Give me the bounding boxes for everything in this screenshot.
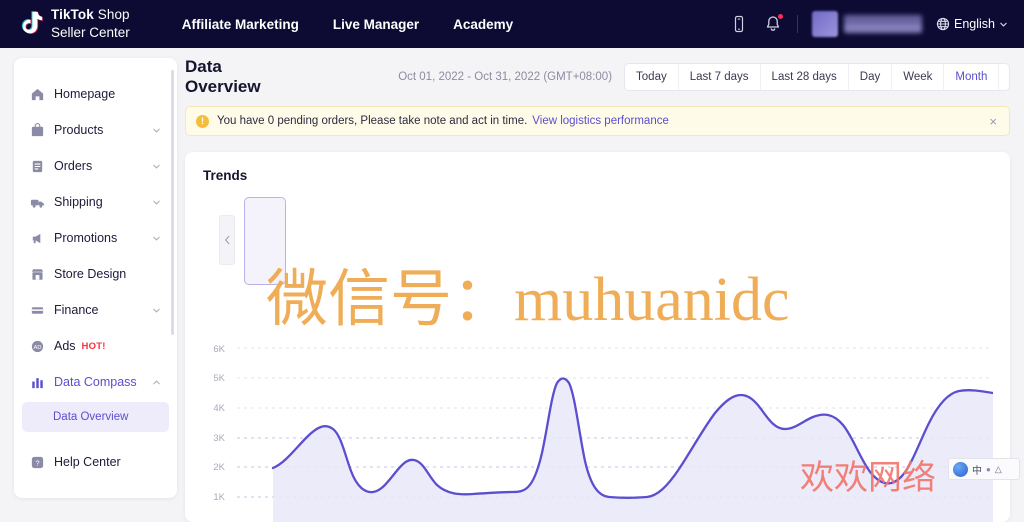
metric-card-strip [203,197,992,285]
top-header: TikTok Shop Seller Center Affiliate Mark… [0,0,1024,48]
sidebar-item-orders[interactable]: Orders [22,148,169,184]
clipboard-icon [30,159,45,174]
brand-text: TikTok Shop Seller Center [51,6,130,42]
range-tab-group: Today Last 7 days Last 28 days Day Week … [624,63,1010,91]
chevron-down-icon [999,20,1008,29]
sidebar-scrollbar[interactable] [171,70,174,335]
avatar [812,11,838,37]
sidebar-label-help-center: Help Center [54,455,161,469]
range-tab-today[interactable]: Today [625,64,679,90]
sidebar-label-ads: Ads [54,339,76,353]
hot-badge: HOT! [82,341,106,352]
username-blurred [844,15,922,33]
sidebar-item-help-center[interactable]: ? Help Center [22,444,169,480]
range-tab-week[interactable]: Week [892,64,944,90]
sidebar-subitem-data-overview[interactable]: Data Overview [22,402,169,432]
range-tab-day[interactable]: Day [849,64,892,90]
chevron-down-icon [152,198,161,207]
date-range-label: Oct 01, 2022 - Oct 31, 2022 (GMT+08:00) [398,71,612,83]
range-tab-custom[interactable]: Custom [999,64,1010,90]
box-icon [30,123,45,138]
trends-panel: Trends 6K 5K 4K 3K 2K 1K [185,152,1010,522]
sidebar-label-products: Products [54,123,152,137]
chevron-up-icon [152,378,161,387]
trend-line [273,379,993,498]
sidebar-item-ads[interactable]: AD Ads HOT! [22,328,169,364]
sidebar-label-data-compass: Data Compass [54,375,152,389]
brand-subtitle: Seller Center [51,25,130,40]
trend-plot[interactable] [237,337,993,522]
sidebar-item-products[interactable]: Products [22,112,169,148]
y-tick-1k: 1K [203,492,225,503]
chevron-down-icon [152,306,161,315]
nav-live-manager[interactable]: Live Manager [333,17,419,32]
chevron-down-icon [152,162,161,171]
metric-card-selected[interactable] [244,197,286,285]
chevron-down-icon [152,126,161,135]
range-tab-last-28-days[interactable]: Last 28 days [761,64,849,90]
globe-icon [936,17,950,31]
sidebar-item-finance[interactable]: Finance [22,292,169,328]
tiktok-note-icon [18,10,44,38]
page-header: Data Overview Oct 01, 2022 - Oct 31, 202… [185,58,1010,96]
brand-name-bold: TikTok [51,7,94,22]
svg-text:AD: AD [34,344,42,350]
y-tick-5k: 5K [203,373,225,384]
help-icon: ? [30,455,45,470]
sidebar-item-homepage[interactable]: Homepage [22,76,169,112]
sidebar-item-shipping[interactable]: Shipping [22,184,169,220]
trend-area-fill [273,379,993,522]
chevron-down-icon [152,234,161,243]
nav-academy[interactable]: Academy [453,17,513,32]
header-divider [797,15,798,33]
sidebar-sublabel-data-overview: Data Overview [53,411,128,423]
svg-text:?: ? [35,458,39,467]
user-account[interactable] [812,11,922,37]
sidebar-label-store-design: Store Design [54,267,161,281]
bell-icon[interactable] [763,14,783,34]
sidebar-label-orders: Orders [54,159,152,173]
sidebar-label-homepage: Homepage [54,87,161,101]
range-tab-month[interactable]: Month [944,64,999,90]
page-title: Data Overview [185,57,288,97]
sidebar-item-promotions[interactable]: Promotions [22,220,169,256]
sidebar: Homepage Products Orders Shipping Promot… [14,58,177,498]
warning-icon: ! [196,115,209,128]
range-tab-last-7-days[interactable]: Last 7 days [679,64,761,90]
brand-logo[interactable]: TikTok Shop Seller Center [18,6,130,42]
notice-banner: ! You have 0 pending orders, Please take… [185,106,1010,136]
truck-icon [30,195,45,210]
nav-affiliate-marketing[interactable]: Affiliate Marketing [182,17,299,32]
notification-badge-dot [777,13,784,20]
ads-icon: AD [30,339,45,354]
scroll-left-button[interactable] [219,215,235,265]
y-tick-3k: 3K [203,433,225,444]
notice-text: You have 0 pending orders, Please take n… [217,115,527,127]
bar-chart-icon [30,375,45,390]
sidebar-label-shipping: Shipping [54,195,152,209]
y-tick-4k: 4K [203,403,225,414]
megaphone-icon [30,231,45,246]
close-icon[interactable]: × [987,115,999,128]
y-tick-6k: 6K [203,344,225,355]
phone-icon[interactable] [729,14,749,34]
trend-chart: 6K 5K 4K 3K 2K 1K [203,337,993,522]
wallet-icon [30,303,45,318]
chevron-left-icon [224,235,231,245]
sidebar-label-finance: Finance [54,303,152,317]
view-logistics-performance-link[interactable]: View logistics performance [532,115,669,127]
brand-name-rest: Shop [94,7,130,22]
language-selector[interactable]: English [936,17,1008,31]
language-label: English [954,17,995,31]
top-navigation: Affiliate Marketing Live Manager Academy [182,17,513,32]
sidebar-item-store-design[interactable]: Store Design [22,256,169,292]
y-tick-2k: 2K [203,462,225,473]
sidebar-item-data-compass[interactable]: Data Compass [22,364,169,400]
trends-title: Trends [203,168,992,183]
header-actions: English [729,11,1008,37]
storefront-icon [30,267,45,282]
home-icon [30,87,45,102]
sidebar-label-promotions: Promotions [54,231,152,245]
main-content: Data Overview Oct 01, 2022 - Oct 31, 202… [185,58,1010,522]
